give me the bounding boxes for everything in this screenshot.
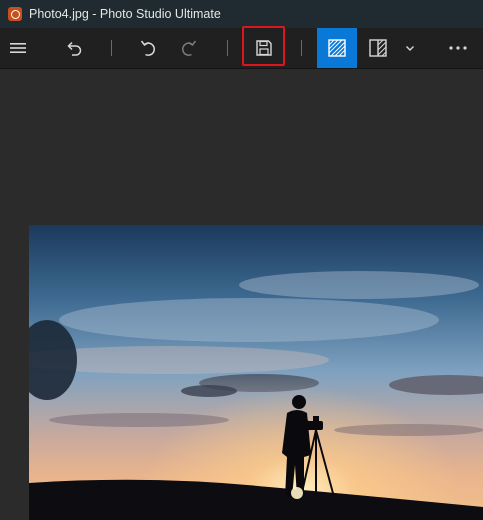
compare-button[interactable] <box>364 28 392 68</box>
undo-arrow-icon <box>67 41 82 56</box>
chevron-down-icon <box>406 46 414 51</box>
save-highlight-box <box>242 26 285 66</box>
window-title: Photo4.jpg - Photo Studio Ultimate <box>29 7 221 21</box>
hamburger-menu-icon <box>10 43 26 53</box>
toolbar-separator <box>301 40 302 56</box>
toolbar-separator <box>227 40 228 56</box>
more-options-button[interactable] <box>442 28 474 68</box>
enhance-icon <box>328 39 346 57</box>
rotate-right-icon <box>182 40 197 56</box>
photo-preview <box>29 225 483 520</box>
compare-icon <box>369 39 387 57</box>
app-logo-icon <box>8 7 22 21</box>
title-bar: Photo4.jpg - Photo Studio Ultimate <box>0 0 483 28</box>
toolbar-separator <box>111 40 112 56</box>
rotate-right-button[interactable] <box>174 28 204 68</box>
rotate-left-icon <box>140 40 155 56</box>
undo-button[interactable] <box>58 28 90 68</box>
rotate-left-button[interactable] <box>133 28 163 68</box>
menu-button[interactable] <box>4 28 32 68</box>
sunset-photographer-image <box>29 225 483 520</box>
enhance-button[interactable] <box>317 28 357 68</box>
more-icon <box>449 46 467 50</box>
compare-options-dropdown[interactable] <box>400 28 420 68</box>
